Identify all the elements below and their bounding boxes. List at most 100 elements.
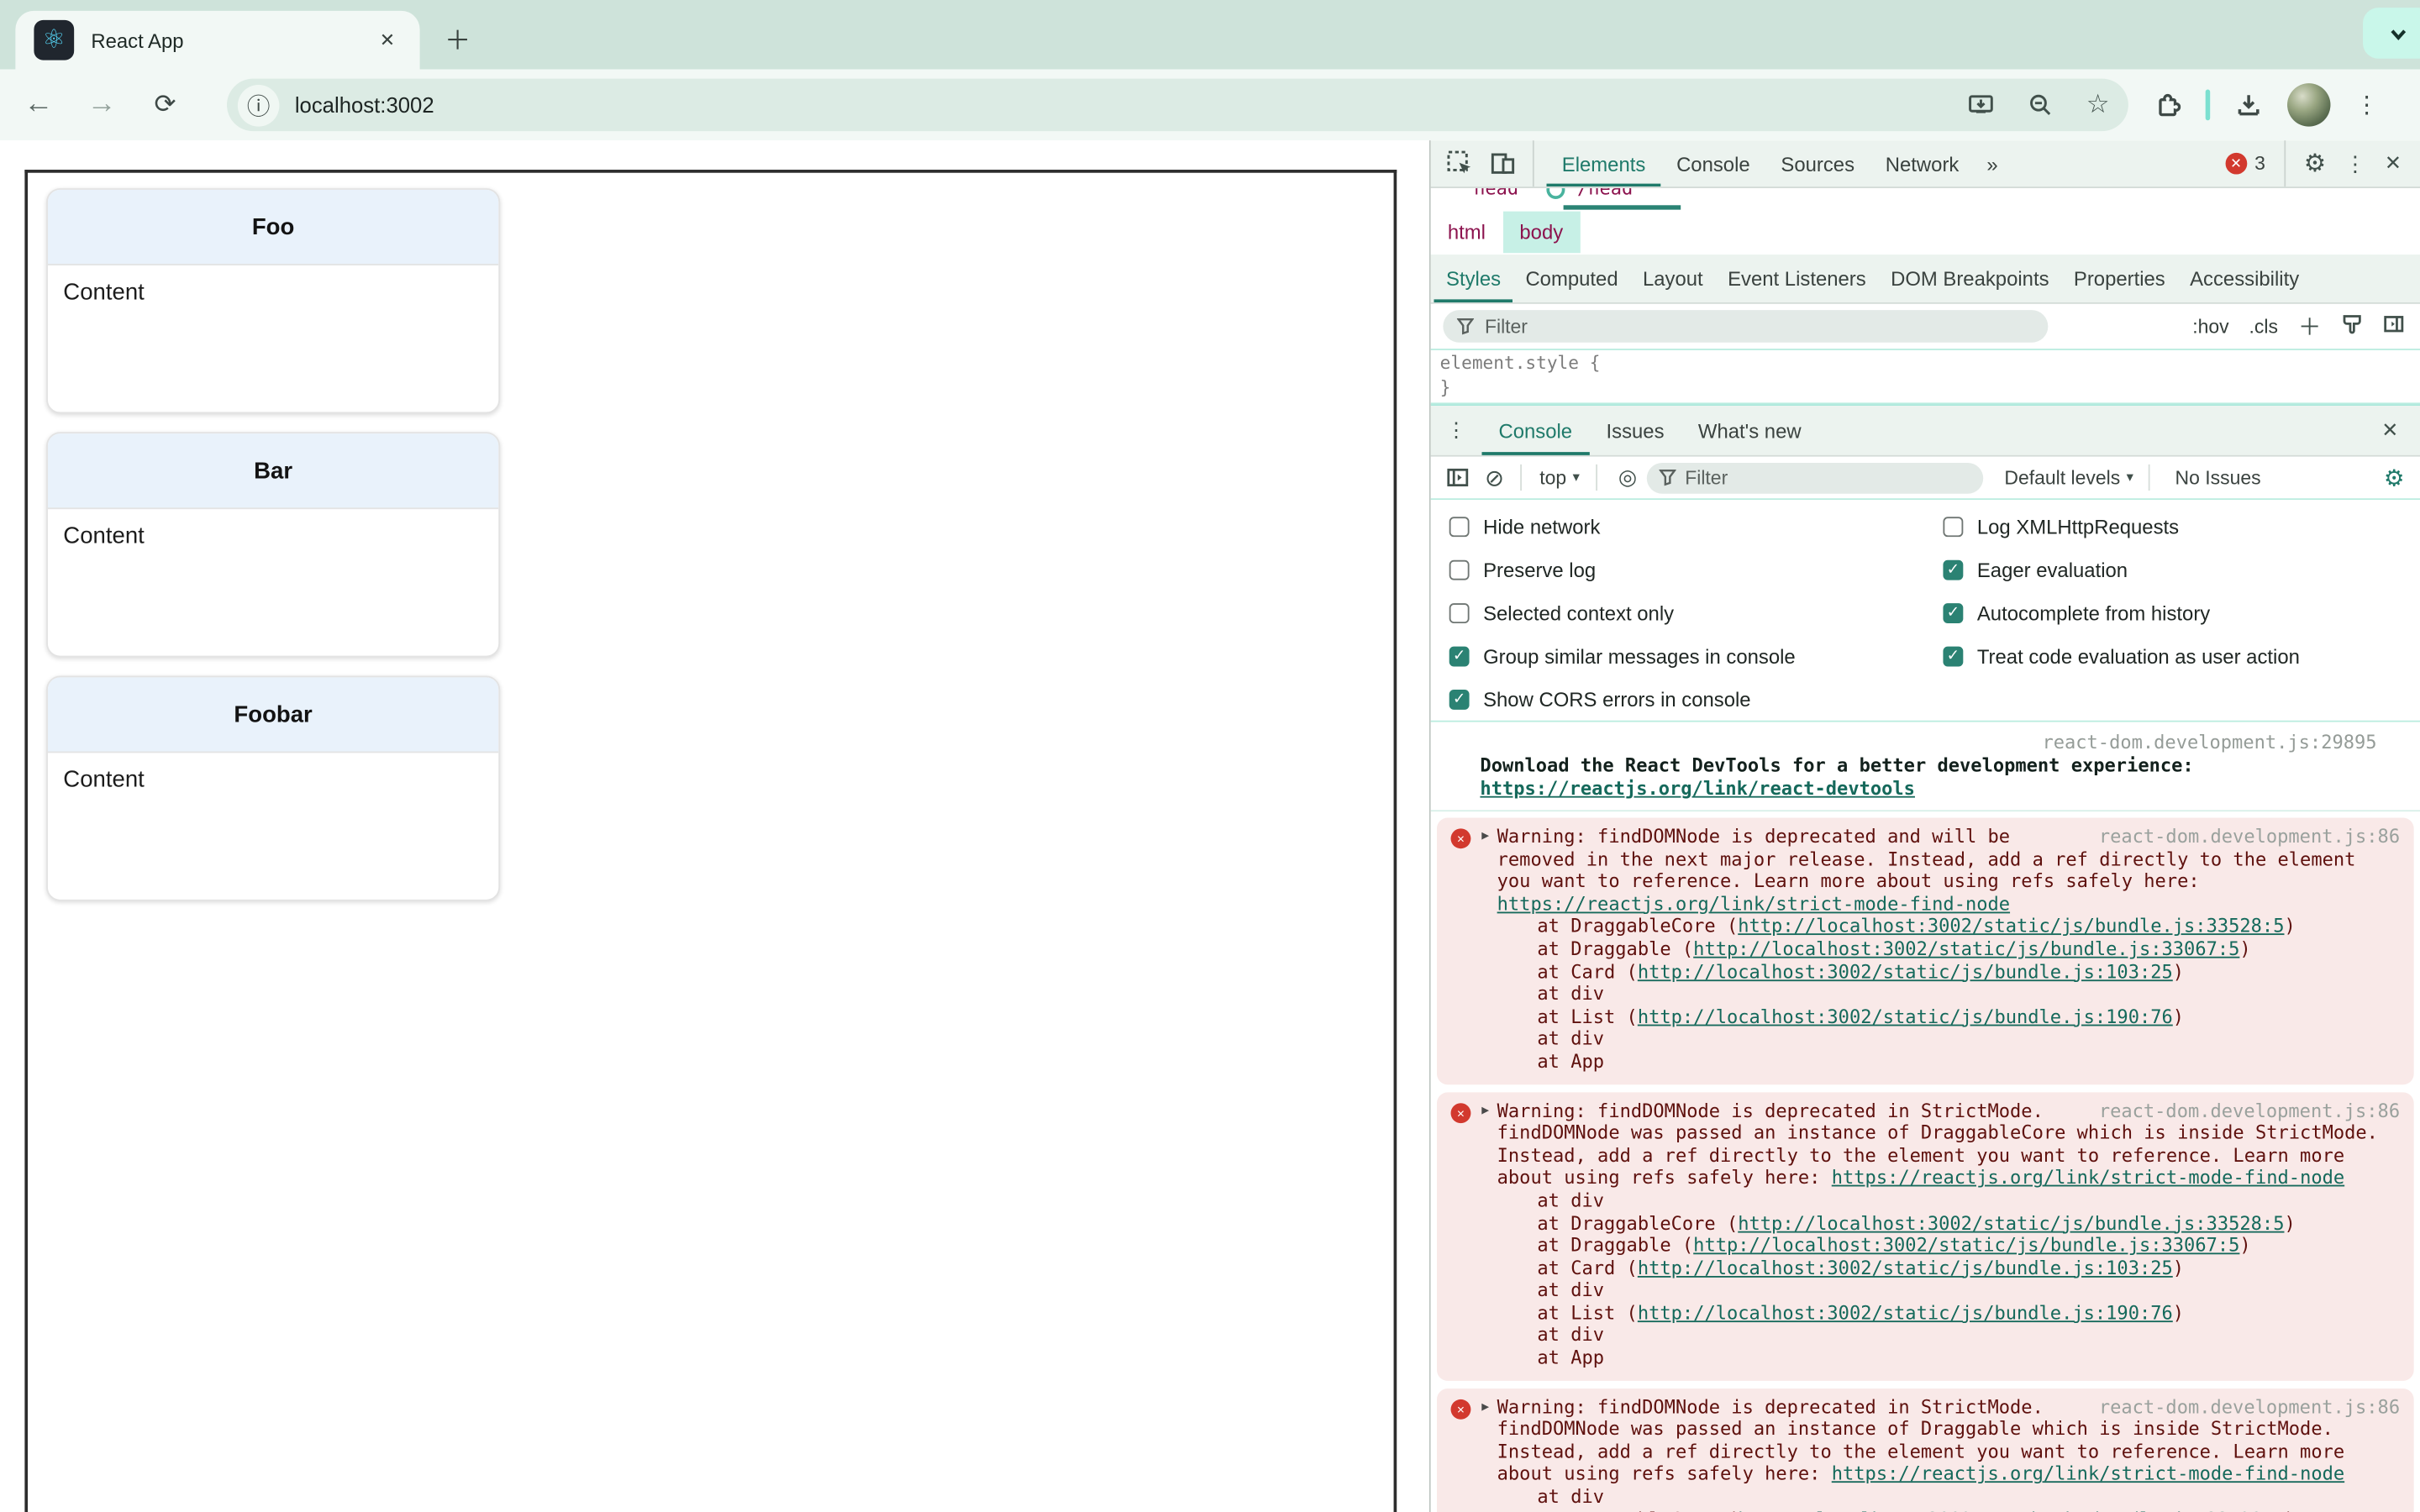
console-link[interactable]: https://reactjs.org/link/react-devtools — [1480, 778, 1915, 800]
close-devtools-icon[interactable]: ✕ — [2385, 151, 2402, 176]
expand-triangle-icon[interactable]: ▶ — [1481, 1399, 1489, 1413]
stack-frame-link[interactable]: http://localhost:3002/static/js/bundle.j… — [1738, 916, 2284, 937]
card-header-foo[interactable]: Foo — [47, 189, 499, 265]
new-style-rule-button[interactable]: ＋ — [2298, 310, 2322, 343]
tab-console[interactable]: Console — [1661, 140, 1765, 186]
checkbox-unchecked[interactable] — [1449, 516, 1470, 537]
element-style-block[interactable]: element.style { } — [1430, 349, 2420, 405]
setting-preserve-log[interactable]: Preserve log — [1449, 548, 1944, 591]
source-location-link[interactable]: react-dom.development.js:86 — [2099, 1100, 2400, 1122]
back-button[interactable]: ← — [22, 88, 55, 122]
tab-properties[interactable]: Properties — [2061, 255, 2177, 302]
source-location-link[interactable]: react-dom.development.js:86 — [2099, 1396, 2400, 1419]
setting-treat-code-evaluation-as-user-action[interactable]: ✓ Treat code evaluation as user action — [1943, 634, 2300, 677]
issues-counter[interactable]: No Issues — [2175, 467, 2261, 489]
log-levels-selector[interactable]: Default levels ▾ — [2004, 467, 2133, 489]
checkbox-checked[interactable]: ✓ — [1943, 602, 1964, 623]
checkbox-checked[interactable]: ✓ — [1449, 689, 1470, 709]
stack-frame-link[interactable]: http://localhost:3002/static/js/bundle.j… — [1693, 938, 2239, 960]
url-text[interactable]: localhost:3002 — [295, 92, 434, 117]
expand-triangle-icon[interactable]: ▶ — [1481, 1102, 1489, 1116]
setting-group-similar-messages-in-console[interactable]: ✓ Group similar messages in console — [1449, 634, 1944, 677]
settings-gear-icon[interactable]: ⚙ — [2304, 148, 2326, 179]
zoom-out-icon[interactable] — [2028, 92, 2052, 117]
inspect-element-icon[interactable] — [1446, 150, 1474, 177]
stack-frame-link[interactable]: http://localhost:3002/static/js/bundle.j… — [1638, 960, 2173, 982]
checkbox-checked[interactable]: ✓ — [1943, 559, 1964, 580]
browser-menu-icon[interactable]: ⋮ — [2355, 91, 2379, 118]
source-location-link[interactable]: react-dom.development.js:29895 — [1480, 732, 2376, 755]
console-link[interactable]: https://reactjs.org/link/strict-mode-fin… — [1832, 1463, 2344, 1485]
stack-frame-link[interactable]: http://localhost:3002/static/js/bundle.j… — [1638, 1257, 2173, 1278]
checkbox-checked[interactable]: ✓ — [1449, 645, 1470, 666]
source-location-link[interactable]: react-dom.development.js:86 — [2099, 826, 2400, 848]
console-message-warning[interactable]: ✕ ▶ react-dom.development.js:86 Warning: fi… — [1437, 1091, 2414, 1381]
downloads-icon[interactable] — [2235, 91, 2263, 118]
console-sidebar-icon[interactable] — [1446, 466, 1470, 490]
new-tab-button[interactable]: ＋ — [445, 18, 471, 57]
live-expression-eye-icon[interactable]: ◎ — [1618, 465, 1637, 491]
breadcrumb-body[interactable]: body — [1502, 211, 1581, 254]
close-drawer-icon[interactable]: ✕ — [2381, 418, 2398, 443]
site-info-icon[interactable]: ⓘ — [237, 84, 280, 126]
tab-elements[interactable]: Elements — [1546, 140, 1660, 186]
tab-sources[interactable]: Sources — [1765, 140, 1870, 186]
drawer-tab-what-s-new[interactable]: What's new — [1681, 406, 1818, 455]
console-message-info[interactable]: react-dom.development.js:29895 Download t… — [1430, 725, 2420, 812]
setting-selected-context-only[interactable]: Selected context only — [1449, 591, 1944, 633]
bookmark-star-icon[interactable]: ☆ — [2086, 90, 2110, 121]
computed-sidebar-icon[interactable] — [2383, 313, 2405, 339]
paint-format-icon[interactable] — [2341, 313, 2363, 339]
breadcrumb-html[interactable]: html — [1431, 212, 1503, 254]
drawer-tab-issues[interactable]: Issues — [1589, 406, 1681, 455]
tab-computed[interactable]: Computed — [1513, 255, 1631, 302]
console-link[interactable]: https://reactjs.org/link/strict-mode-fin… — [1497, 893, 2010, 915]
stack-frame-link[interactable]: http://localhost:3002/static/js/bundle.j… — [1738, 1509, 2284, 1512]
tab-search-chevron-button[interactable] — [2363, 8, 2420, 59]
stack-frame-link[interactable]: http://localhost:3002/static/js/bundle.j… — [1638, 1302, 2173, 1324]
browser-tab[interactable]: ⚛ React App ✕ — [15, 10, 420, 70]
error-badge[interactable]: ✕ 3 — [2225, 152, 2265, 175]
tab-network[interactable]: Network — [1870, 140, 1974, 186]
drawer-menu-icon[interactable]: ⋮ — [1446, 418, 1466, 443]
console-message-warning[interactable]: ✕ ▶ react-dom.development.js:86 Warning: fi… — [1437, 817, 2414, 1084]
url-bar[interactable]: ⓘ localhost:3002 ☆ — [227, 78, 2128, 132]
styles-filter-input[interactable]: Filter — [1443, 310, 2049, 343]
context-selector[interactable]: top — [1539, 467, 1566, 489]
stack-frame-link[interactable]: http://localhost:3002/static/js/bundle.j… — [1638, 1005, 2173, 1027]
card-header-bar[interactable]: Bar — [47, 433, 499, 510]
class-toggle-button[interactable]: .cls — [2249, 316, 2278, 338]
stack-frame-link[interactable]: http://localhost:3002/static/js/bundle.j… — [1738, 1212, 2284, 1234]
profile-avatar[interactable] — [2287, 83, 2331, 127]
extensions-puzzle-icon[interactable] — [2153, 91, 2181, 118]
card-header-foobar[interactable]: Foobar — [47, 677, 499, 753]
tab-layout[interactable]: Layout — [1630, 255, 1715, 302]
more-tabs-button[interactable]: » — [1975, 152, 2011, 176]
dom-tree-clipped-row[interactable]: head/head — [1430, 188, 2420, 210]
install-app-icon[interactable] — [1967, 92, 1993, 117]
stack-frame-link[interactable]: http://localhost:3002/static/js/bundle.j… — [1693, 1235, 2239, 1257]
forward-button[interactable]: → — [85, 88, 118, 122]
expand-triangle-icon[interactable]: ▶ — [1481, 828, 1489, 843]
tab-styles[interactable]: Styles — [1434, 255, 1512, 302]
setting-hide-network[interactable]: Hide network — [1449, 505, 1944, 548]
close-tab-icon[interactable]: ✕ — [373, 26, 401, 54]
tab-accessibility[interactable]: Accessibility — [2177, 255, 2311, 302]
drawer-tab-console[interactable]: Console — [1481, 406, 1589, 455]
checkbox-unchecked[interactable] — [1943, 516, 1964, 537]
reload-button[interactable]: ⟳ — [148, 90, 182, 121]
console-message-warning[interactable]: ✕ ▶ react-dom.development.js:86 Warning: fi… — [1437, 1388, 2414, 1512]
setting-eager-evaluation[interactable]: ✓ Eager evaluation — [1943, 548, 2299, 591]
checkbox-unchecked[interactable] — [1449, 602, 1470, 623]
setting-autocomplete-from-history[interactable]: ✓ Autocomplete from history — [1943, 591, 2299, 633]
checkbox-checked[interactable]: ✓ — [1943, 645, 1964, 666]
console-settings-gear-icon[interactable]: ⚙ — [2384, 464, 2405, 491]
setting-log-xmlhttprequests[interactable]: Log XMLHttpRequests — [1943, 505, 2299, 548]
console-link[interactable]: https://reactjs.org/link/strict-mode-fin… — [1832, 1167, 2344, 1189]
tab-event-listeners[interactable]: Event Listeners — [1715, 255, 1878, 302]
hover-state-button[interactable]: :hov — [2192, 316, 2228, 338]
tab-dom-breakpoints[interactable]: DOM Breakpoints — [1878, 255, 2061, 302]
setting-show-cors-errors-in-console[interactable]: ✓ Show CORS errors in console — [1449, 677, 1944, 720]
console-filter-input[interactable]: Filter — [1646, 462, 1983, 493]
checkbox-unchecked[interactable] — [1449, 559, 1470, 580]
